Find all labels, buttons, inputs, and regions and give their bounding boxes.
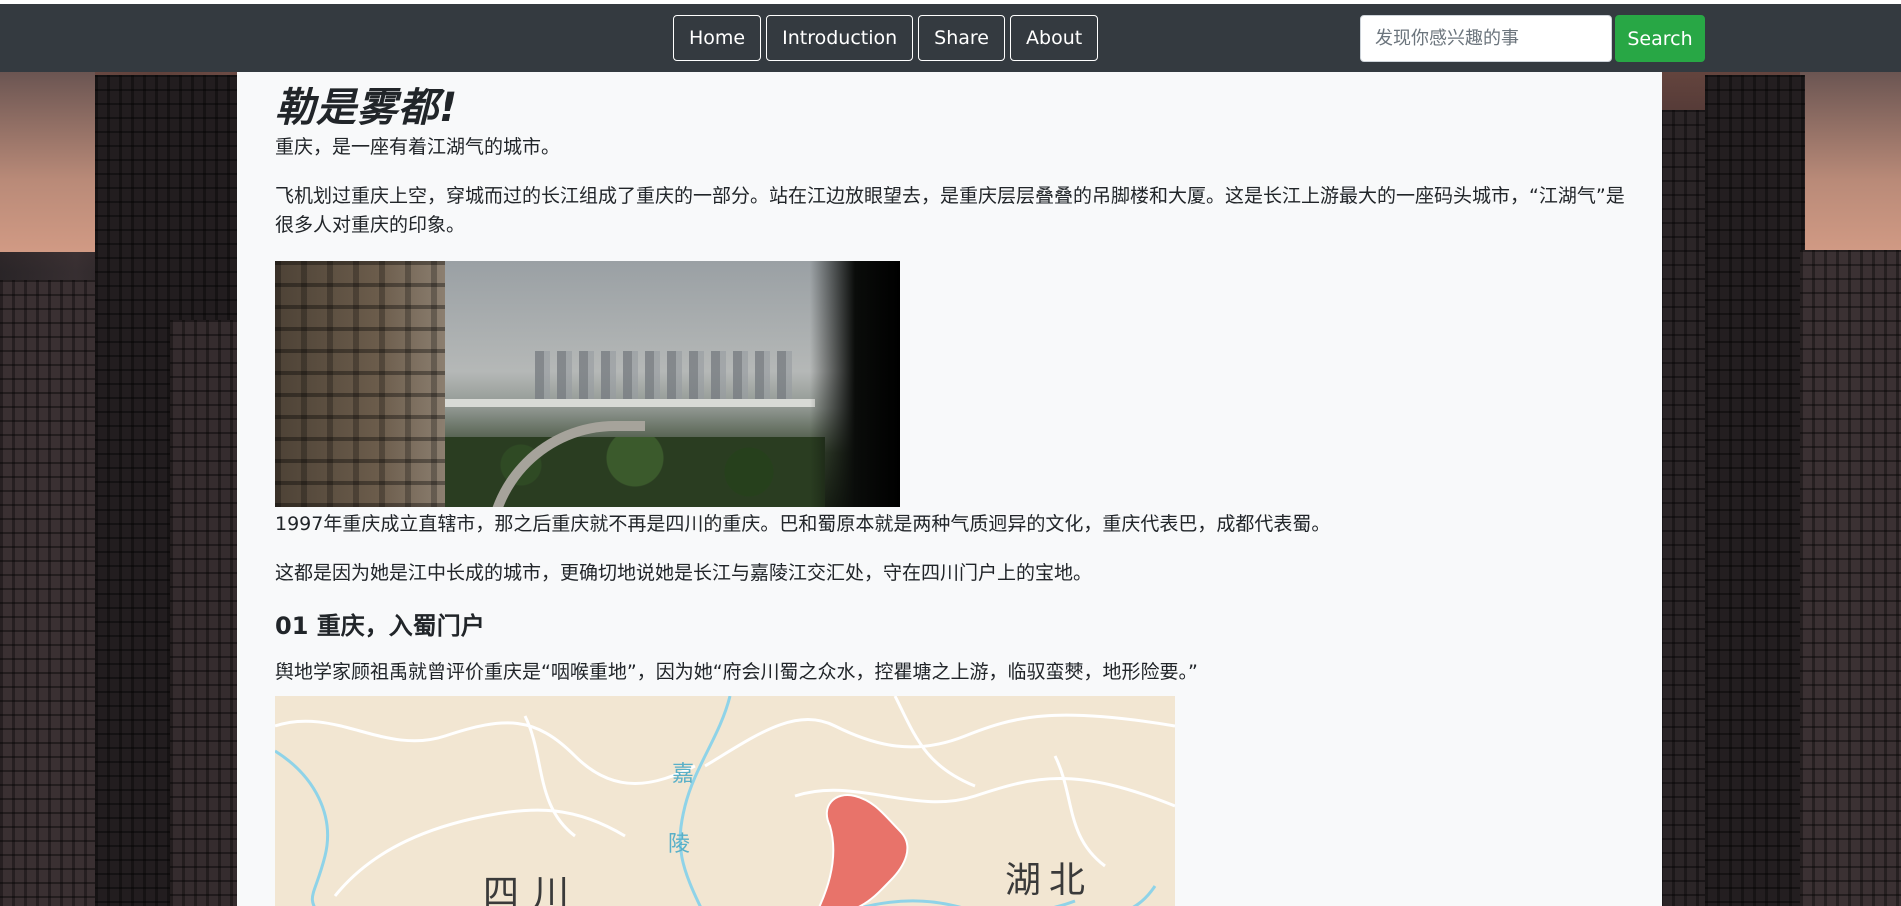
- region-map: 嘉 陵 四川 湖北: [275, 696, 1175, 906]
- background-building: [1800, 250, 1901, 906]
- map-province-label-sichuan: 四川: [483, 873, 584, 906]
- article-container: 勒是雾都! 重庆，是一座有着江湖气的城市。 飞机划过重庆上空，穿城而过的长江组成…: [237, 72, 1662, 906]
- paragraph: 舆地学家顾祖禹就曾评价重庆是“咽喉重地”，因为她“府会川蜀之众水，控瞿塘之上游，…: [275, 661, 1198, 683]
- nav-introduction-button[interactable]: Introduction: [766, 15, 914, 61]
- background-building: [0, 280, 95, 906]
- page-title: 勒是雾都!: [275, 85, 459, 131]
- map-river-label: 嘉: [672, 762, 695, 787]
- photo-bridge: [445, 399, 815, 407]
- map-river-label: 陵: [668, 832, 691, 857]
- background-sky-right: [1800, 72, 1901, 252]
- chongqing-monorail-photo: [275, 261, 900, 507]
- nav-home-button[interactable]: Home: [673, 15, 762, 61]
- paragraph: 飞机划过重庆上空，穿城而过的长江组成了重庆的一部分。站在江边放眼望去，是重庆层层…: [275, 185, 1625, 236]
- background-building: [1705, 75, 1805, 906]
- section-heading: 01 重庆，入蜀门户: [275, 612, 485, 640]
- background-sky-left: [0, 72, 95, 252]
- nav-share-button[interactable]: Share: [918, 15, 1006, 61]
- search-button[interactable]: Search: [1615, 15, 1705, 62]
- paragraph: 这都是因为她是江中长成的城市，更确切地说她是长江与嘉陵江交汇处，守在四川门户上的…: [275, 562, 1093, 584]
- photo-building: [275, 261, 445, 507]
- map-province-label-hubei: 湖北: [1005, 860, 1094, 901]
- paragraph: 重庆，是一座有着江湖气的城市。: [275, 136, 561, 158]
- search-input[interactable]: [1360, 15, 1612, 62]
- nav-about-button[interactable]: About: [1010, 15, 1099, 61]
- background-building: [170, 320, 240, 906]
- paragraph: 1997年重庆成立直辖市，那之后重庆就不再是四川的重庆。巴和蜀原本就是两种气质迥…: [275, 513, 1331, 535]
- nav-links: Home Introduction Share About: [673, 15, 1099, 61]
- photo-skyline: [535, 351, 795, 401]
- photo-foliage-shadow: [810, 261, 900, 507]
- chongqing-region: [818, 794, 909, 906]
- top-navbar: Home Introduction Share About Search: [0, 0, 1901, 72]
